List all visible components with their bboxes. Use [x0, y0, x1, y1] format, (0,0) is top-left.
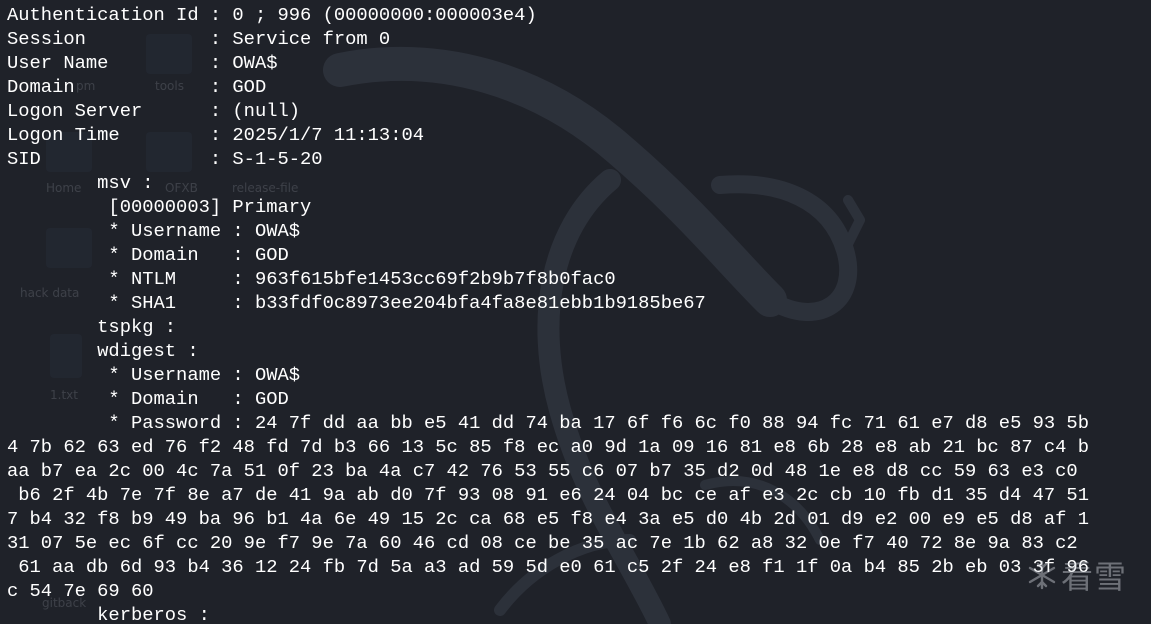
terminal-line: kerberos :: [7, 604, 210, 624]
terminal-line: * Domain : GOD: [7, 244, 289, 266]
terminal-line: 7 b4 32 f8 b9 49 ba 96 b1 4a 6e 49 15 2c…: [7, 508, 1089, 530]
watermark-text: 看雪: [1060, 558, 1127, 596]
terminal-line: * Username : OWA$: [7, 220, 301, 242]
terminal-line: aa b7 ea 2c 00 4c 7a 51 0f 23 ba 4a c7 4…: [7, 460, 1078, 482]
terminal-line: * Username : OWA$: [7, 364, 301, 386]
terminal-line: Session : Service from 0: [7, 28, 391, 50]
terminal-line: Logon Time : 2025/1/7 11:13:04: [7, 124, 425, 146]
terminal-line: * SHA1 : b33fdf0c8973ee204bfa4fa8e81ebb1…: [7, 292, 706, 314]
terminal-line: wdigest :: [7, 340, 199, 362]
terminal-line: msv :: [7, 172, 154, 194]
terminal-line: Domain : GOD: [7, 76, 267, 98]
terminal-line: Authentication Id : 0 ; 996 (00000000:00…: [7, 4, 537, 26]
terminal-line: c 54 7e 69 60: [7, 580, 154, 602]
terminal-line: Logon Server : (null): [7, 100, 301, 122]
terminal-line: [00000003] Primary: [7, 196, 312, 218]
terminal-line: 61 aa db 6d 93 b4 36 12 24 fb 7d 5a a3 a…: [7, 556, 1089, 578]
terminal-line: * Domain : GOD: [7, 388, 289, 410]
snowflake-icon: [1028, 560, 1056, 590]
watermark: 看雪: [1025, 552, 1127, 598]
terminal-line: * NTLM : 963f615bfe1453cc69f2b9b7f8b0fac…: [7, 268, 616, 290]
terminal-line: 4 7b 62 63 ed 76 f2 48 fd 7d b3 66 13 5c…: [7, 436, 1089, 458]
terminal-line: User Name : OWA$: [7, 52, 278, 74]
terminal-line: tspkg :: [7, 316, 177, 338]
terminal-output: Authentication Id : 0 ; 996 (00000000:00…: [7, 3, 1089, 624]
terminal-line: * Password : 24 7f dd aa bb e5 41 dd 74 …: [7, 412, 1089, 434]
terminal-line: SID : S-1-5-20: [7, 148, 323, 170]
terminal-line: 31 07 5e ec 6f cc 20 9e f7 9e 7a 60 46 c…: [7, 532, 1078, 554]
terminal-line: b6 2f 4b 7e 7f 8e a7 de 41 9a ab d0 7f 9…: [7, 484, 1089, 506]
